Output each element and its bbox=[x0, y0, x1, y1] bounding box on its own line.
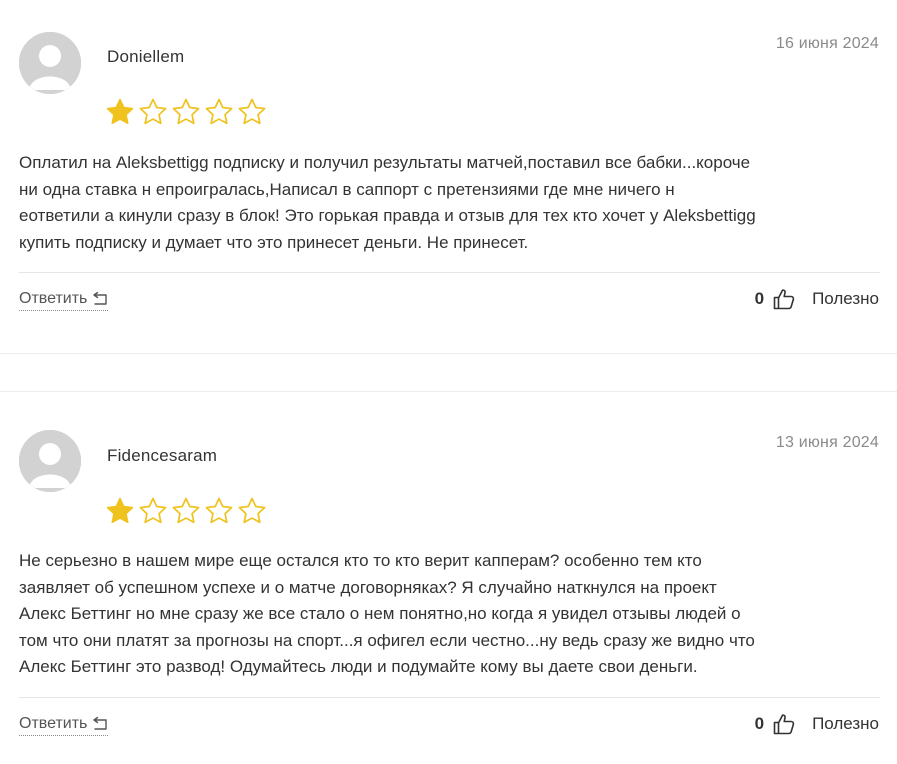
reply-button[interactable]: Ответить bbox=[19, 290, 109, 311]
review-text: Не серьезно в нашем мире еще остался кто… bbox=[19, 548, 881, 681]
user-placeholder-icon bbox=[19, 32, 81, 94]
reply-label: Ответить bbox=[19, 290, 88, 307]
reply-button[interactable]: Ответить bbox=[19, 715, 109, 736]
helpful-label: Полезно bbox=[812, 714, 879, 733]
review-text-line: ни одна ставка н епроигралась,Написал в … bbox=[19, 179, 675, 199]
star-empty-icon bbox=[138, 497, 168, 525]
helpful-count: 0 bbox=[754, 714, 765, 733]
star-empty-icon bbox=[204, 98, 234, 126]
review-date: 16 июня 2024 bbox=[775, 35, 879, 52]
thumbs-up-icon[interactable] bbox=[772, 287, 796, 311]
review-text: Оплатил на Aleksbettigg подписку и получ… bbox=[19, 150, 881, 256]
review-separator bbox=[0, 391, 897, 392]
star-empty-icon bbox=[204, 497, 234, 525]
review-text-line: Оплатил на Aleksbettigg подписку и получ… bbox=[19, 153, 751, 172]
star-empty-icon bbox=[171, 497, 201, 525]
helpful-vote: 0 Полезно bbox=[755, 712, 879, 736]
review-separator bbox=[0, 353, 897, 354]
helpful-count: 0 bbox=[754, 289, 765, 308]
reply-label: Ответить bbox=[19, 715, 88, 732]
review-text-line: Не серьезно в нашем мире еще остался кто… bbox=[19, 551, 702, 570]
user-placeholder-icon bbox=[19, 430, 81, 492]
review-author: Doniellem bbox=[107, 47, 185, 66]
review-text-line: еответили а кинули сразу в блок! Это гор… bbox=[19, 206, 756, 225]
star-empty-icon bbox=[138, 98, 168, 126]
review-text-line: Алекс Беттинг это развод! Одумайтесь люд… bbox=[19, 657, 698, 676]
review-author: Fidencesaram bbox=[107, 446, 218, 465]
helpful-label: Полезно bbox=[812, 289, 879, 308]
star-empty-icon bbox=[171, 98, 201, 126]
review-text-line: том что они платят за прогнозы на спорт.… bbox=[19, 630, 755, 650]
review-text-line: купить подписку и думает что это принесе… bbox=[19, 232, 529, 252]
review-text-line: Алекс Беттинг но мне сразу же все стало … bbox=[19, 604, 741, 623]
reply-arrow-icon bbox=[90, 292, 108, 306]
star-empty-icon bbox=[237, 497, 267, 525]
star-rating bbox=[105, 497, 267, 525]
reply-arrow-icon bbox=[90, 717, 108, 731]
review-date: 13 июня 2024 bbox=[775, 434, 879, 451]
helpful-vote: 0 Полезно bbox=[755, 287, 879, 311]
avatar bbox=[19, 430, 81, 492]
divider bbox=[19, 697, 880, 698]
star-filled-icon bbox=[105, 497, 135, 525]
avatar bbox=[19, 32, 81, 94]
star-rating bbox=[105, 98, 267, 126]
divider bbox=[19, 272, 880, 273]
star-filled-icon bbox=[105, 98, 135, 126]
thumbs-up-icon[interactable] bbox=[772, 712, 796, 736]
star-empty-icon bbox=[237, 98, 267, 126]
review-text-line: заявляет об успешном успехе и о матче до… bbox=[19, 577, 717, 597]
